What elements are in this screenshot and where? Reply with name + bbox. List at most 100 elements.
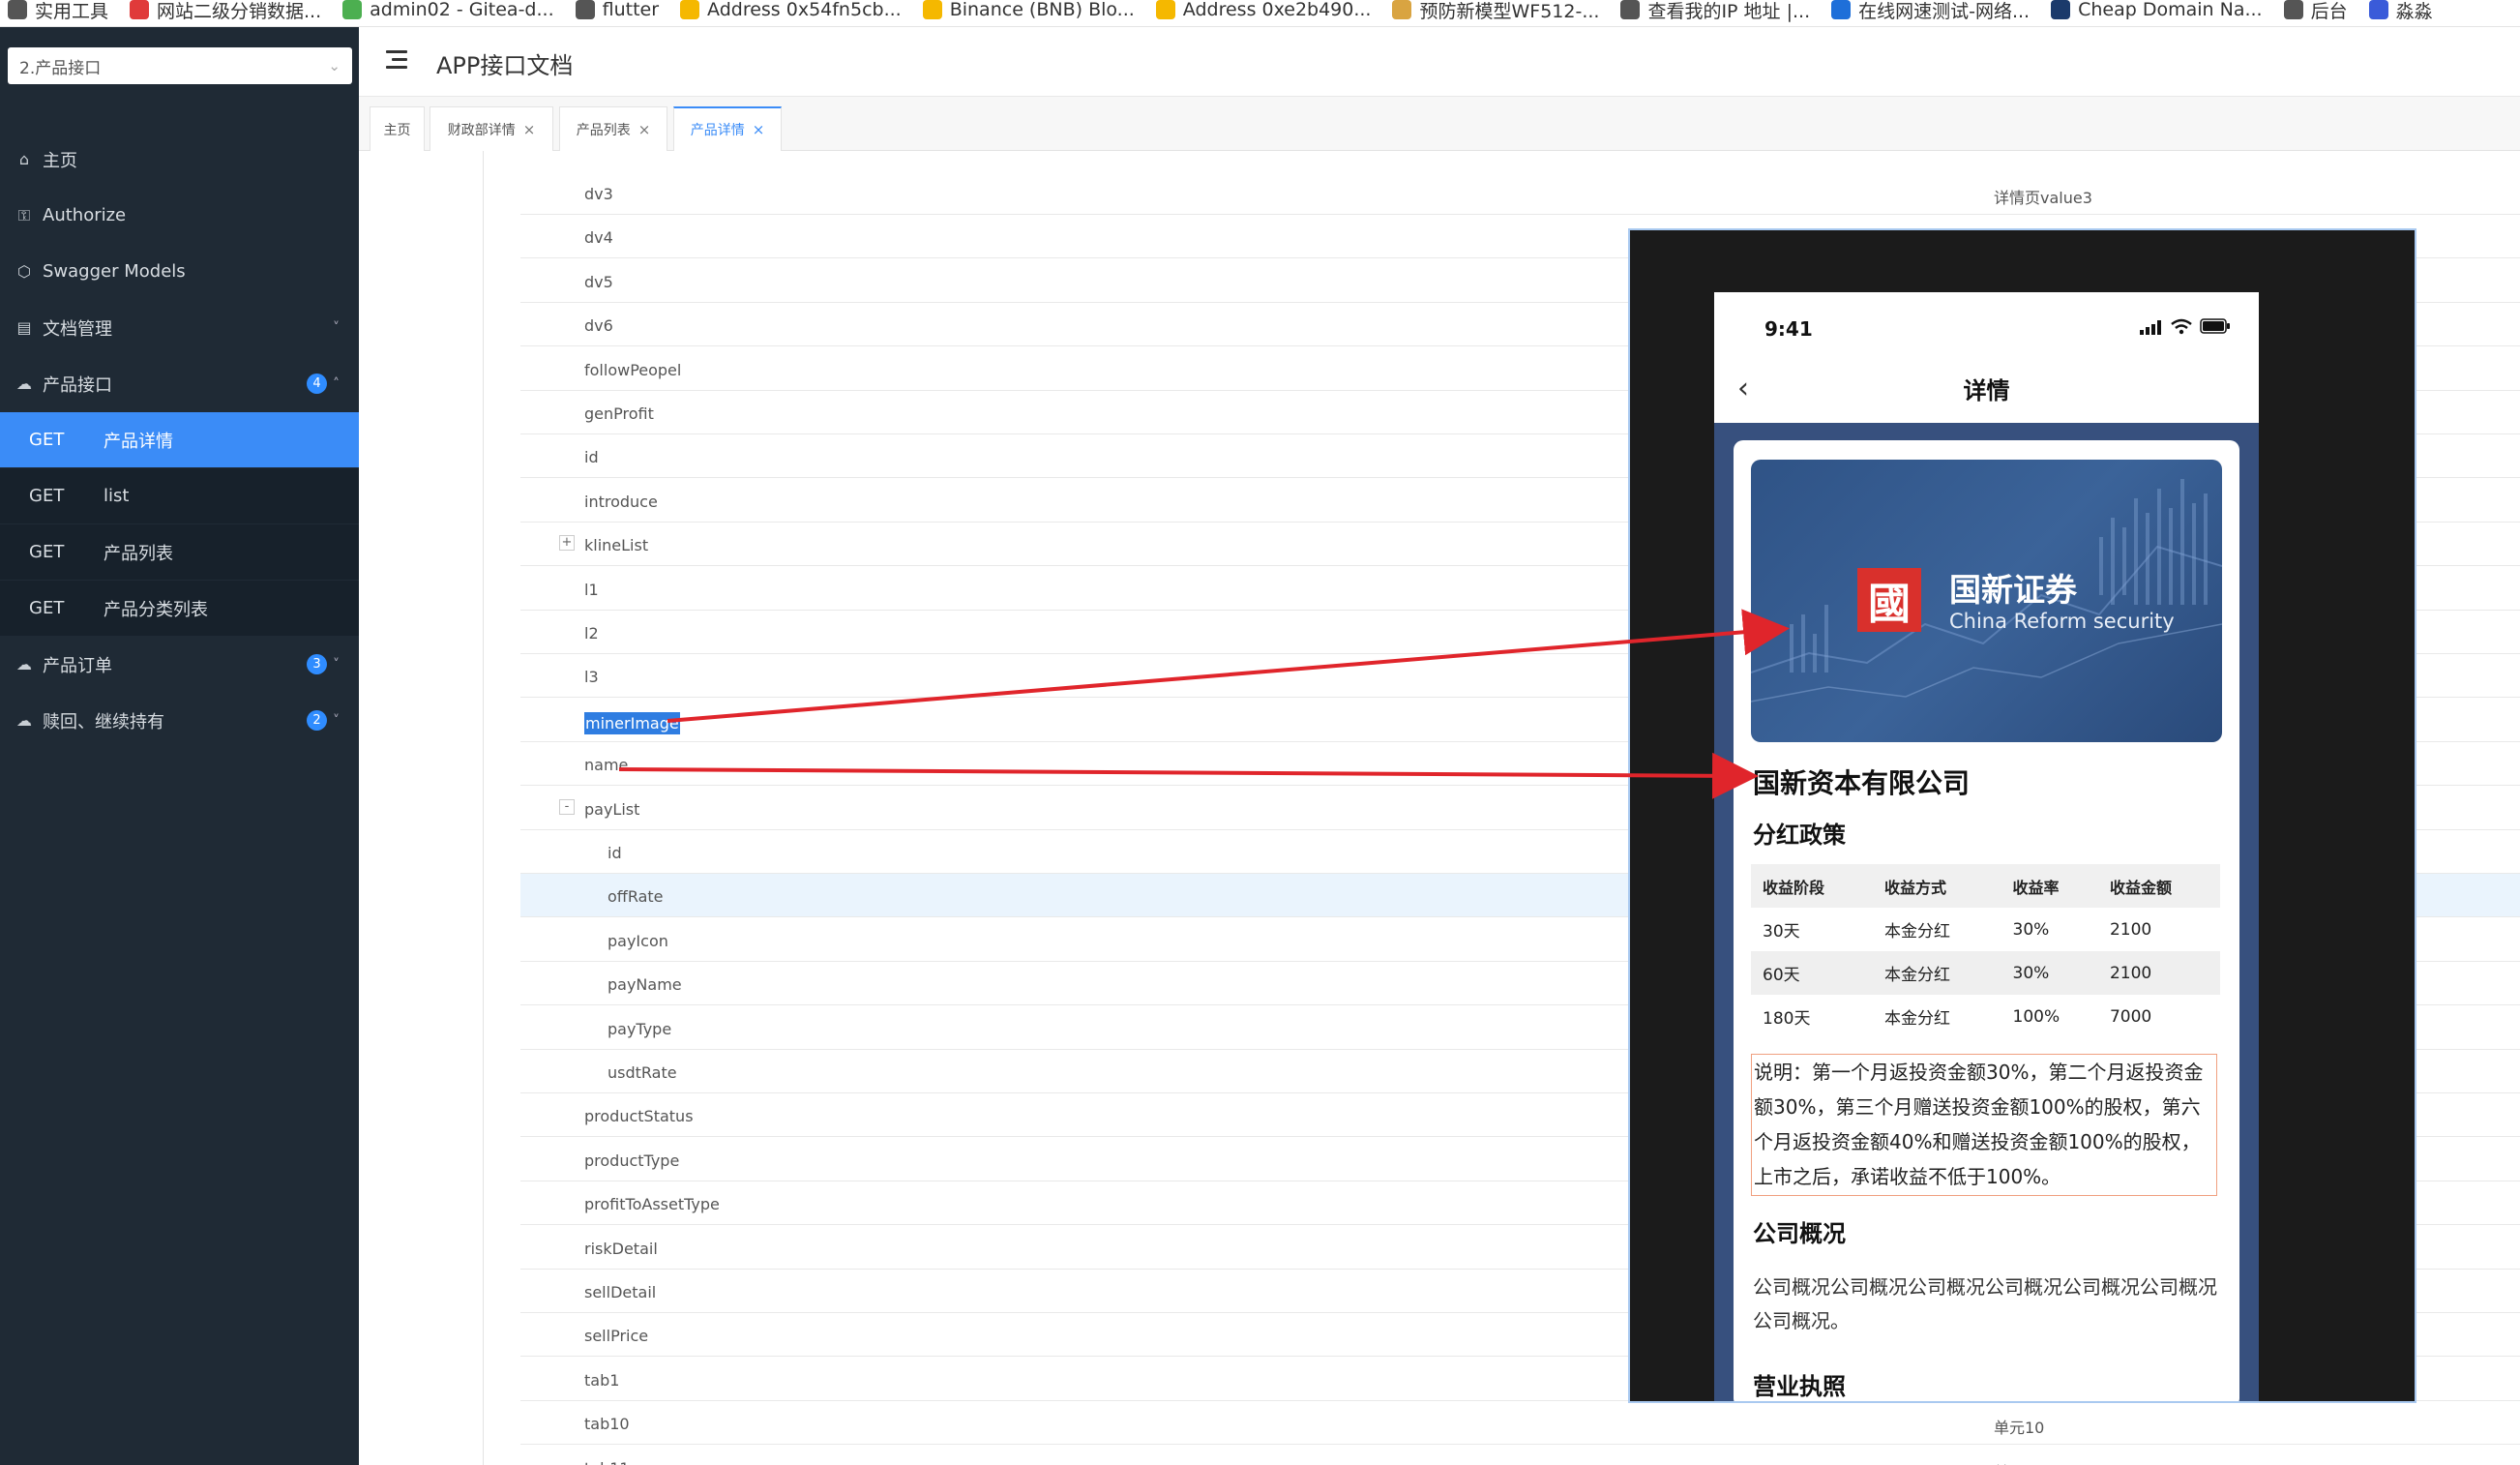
- bookmark-item[interactable]: 网站二级分销数据...: [122, 0, 335, 26]
- table-cell: 30天: [1763, 922, 1800, 942]
- sidebar-subitem[interactable]: GET 产品列表: [0, 524, 359, 580]
- bookmark-item[interactable]: Cheap Domain Na...: [2043, 0, 2275, 26]
- field-name: tab10: [584, 1415, 630, 1434]
- table-header-cell: 收益阶段: [1751, 864, 1873, 908]
- field-name: genProfit: [584, 404, 654, 423]
- sidebar-item-label: 产品接口: [43, 374, 112, 396]
- field-name: name: [584, 756, 629, 775]
- tab-label: 产品详情: [690, 123, 745, 138]
- table-row: dv3 详情页value3: [520, 171, 2520, 215]
- field-name: productStatus: [584, 1107, 694, 1126]
- chevron-down-icon: ˅: [333, 656, 340, 673]
- table-row: 30天 本金分红 30% 2100: [1751, 908, 2220, 951]
- tab[interactable]: 产品列表 ×: [559, 106, 667, 151]
- bookmark-item[interactable]: 淼淼: [2361, 0, 2446, 26]
- tab[interactable]: 产品详情 ×: [673, 106, 782, 151]
- table-row: tab11 单元11: [520, 1446, 2520, 1465]
- field-name: id: [584, 448, 599, 467]
- table-cell: 30%: [2001, 951, 2098, 995]
- bookmark-label: 实用工具: [35, 0, 109, 22]
- cloud-icon: ☁: [16, 374, 32, 393]
- bookmark-favicon-icon: [2051, 0, 2071, 19]
- bookmark-item[interactable]: flutter: [568, 0, 672, 26]
- detail-card: 國 国新证券 China Reform security 国新资本有限公司 分红…: [1734, 440, 2239, 1401]
- home-icon: ⌂: [18, 150, 30, 168]
- sidebar-item[interactable]: ☁ 赎回、继续持有 2 ˅: [0, 693, 359, 748]
- bookmark-label: Binance (BNB) Blo...: [949, 0, 1135, 20]
- field-name: payIcon: [608, 931, 668, 950]
- http-method: GET: [29, 542, 65, 562]
- sidebar-item[interactable]: ☁ 产品接口 4 ˄: [0, 356, 359, 411]
- close-icon[interactable]: ×: [523, 121, 536, 138]
- endpoint-label: 产品列表: [104, 543, 173, 564]
- bookmark-favicon-icon: [130, 0, 150, 19]
- group-select-value: 2.产品接口: [19, 58, 102, 78]
- section-title-dividend: 分红政策: [1753, 816, 1846, 850]
- bookmark-item[interactable]: Binance (BNB) Blo...: [915, 0, 1148, 26]
- bookmark-item[interactable]: Address 0xe2b490...: [1148, 0, 1385, 26]
- bookmark-item[interactable]: 在线网速测试-网络...: [1823, 0, 2043, 26]
- sidebar-item[interactable]: ▤ 文档管理 ˅: [0, 300, 359, 355]
- field-name: dv3: [584, 185, 613, 203]
- bookmark-item[interactable]: Address 0x54fn5cb...: [672, 0, 915, 26]
- table-cell: 本金分红: [1883, 922, 1950, 942]
- phone-preview: 9:41 ‹ 详情 國 国新证券 China Reform security 国…: [1714, 292, 2259, 1401]
- field-name: tab1: [584, 1370, 620, 1390]
- sidebar-subitem[interactable]: GET 产品分类列表: [0, 581, 359, 636]
- field-name: offRate: [608, 887, 664, 907]
- bookmark-item[interactable]: admin02 - Gitea-d...: [335, 0, 567, 26]
- bookmark-item[interactable]: 实用工具: [0, 0, 122, 26]
- chevron-down-icon: ⌄: [328, 57, 341, 75]
- tab-label: 产品列表: [576, 122, 631, 138]
- table-cell: 30%: [2012, 919, 2050, 940]
- document-icon: ▤: [16, 318, 32, 337]
- cloud-icon: ☁: [16, 711, 32, 730]
- section-title-license: 营业执照: [1753, 1367, 1846, 1401]
- field-value: 详情页value3: [1994, 189, 2092, 207]
- bookmark-favicon-icon: [575, 0, 595, 19]
- bookmark-item[interactable]: 后台: [2276, 0, 2361, 26]
- sidebar-subitem[interactable]: GET list: [0, 468, 359, 523]
- bookmark-label: Cheap Domain Na...: [2078, 0, 2263, 20]
- sidebar-item[interactable]: ☁ 产品订单 3 ˅: [0, 637, 359, 692]
- table-row: 180天 本金分红 100% 7000: [1751, 995, 2220, 1038]
- field-name: payType: [608, 1019, 672, 1038]
- bookmark-item[interactable]: 预防新模型WF512-...: [1384, 0, 1613, 26]
- field-name: id: [608, 844, 622, 862]
- tab[interactable]: 财政部详情 ×: [430, 106, 553, 151]
- lock-icon: ⚿: [17, 205, 31, 224]
- bookmark-item[interactable]: 查看我的IP 地址 |...: [1613, 0, 1823, 26]
- bookmark-favicon-icon: [1831, 0, 1852, 19]
- close-icon[interactable]: ×: [753, 121, 765, 138]
- field-name: l2: [584, 624, 599, 643]
- count-badge: 2: [307, 710, 327, 731]
- table-header-cell: 收益方式: [1872, 864, 2001, 908]
- field-name: tab11: [584, 1459, 630, 1465]
- sidebar-item-label: 主页: [43, 150, 77, 171]
- brand-name-en: China Reform security: [1949, 610, 2175, 633]
- bookmark-favicon-icon: [1392, 0, 1412, 19]
- wifi-icon: [2171, 318, 2192, 335]
- bookmark-label: 网站二级分销数据...: [157, 0, 322, 22]
- dividend-table: 收益阶段 收益方式 收益率 收益金额 30天 本金分红 30% 2100 60天 本金分红 30%…: [1751, 864, 2220, 1038]
- expand-icon[interactable]: +: [559, 535, 575, 552]
- cloud-icon: ☁: [16, 655, 32, 673]
- table-header-cell: 收益率: [2001, 864, 2098, 908]
- field-name: l3: [584, 668, 599, 687]
- group-select[interactable]: 2.产品接口 ⌄: [8, 47, 352, 84]
- sidebar-item[interactable]: ⚿ Authorize: [0, 188, 359, 243]
- count-badge: 3: [307, 654, 327, 674]
- section-title-overview: 公司概况: [1753, 1214, 1846, 1248]
- close-icon[interactable]: ×: [638, 121, 651, 138]
- bookmark-label: 预防新模型WF512-...: [1419, 0, 1600, 22]
- chevron-down-icon: ˅: [333, 712, 340, 729]
- field-name: dv4: [584, 228, 613, 248]
- sidebar-item[interactable]: ⬡ Swagger Models: [0, 244, 359, 299]
- menu-toggle-icon[interactable]: [386, 50, 407, 70]
- sidebar-subitem[interactable]: GET 产品详情: [0, 412, 359, 467]
- tab[interactable]: 主页: [370, 106, 425, 151]
- sidebar-item[interactable]: ⌂ 主页: [0, 132, 359, 187]
- bookmark-favicon-icon: [1155, 0, 1175, 19]
- battery-icon: [2200, 318, 2230, 334]
- collapse-icon[interactable]: -: [559, 798, 575, 815]
